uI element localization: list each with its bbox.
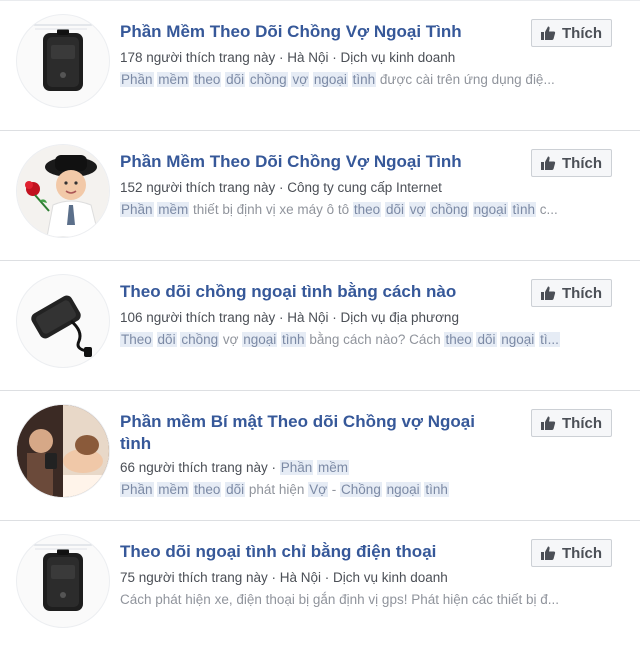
thumbs-up-icon <box>540 155 556 171</box>
meta-text: Phần <box>279 460 314 475</box>
like-label: Thích <box>562 154 602 172</box>
highlighted-term: dõi <box>225 482 246 497</box>
like-label: Thích <box>562 544 602 562</box>
highlighted-term: Phần <box>120 72 154 87</box>
result-item: Phần Mềm Theo Dõi Chồng Vợ Ngoại Tình 178… <box>0 1 640 131</box>
meta-text: mềm <box>317 460 350 475</box>
highlighted-term: Vợ <box>308 482 329 497</box>
thumbs-up-icon <box>540 545 556 561</box>
result-item: Phần mềm Bí mật Theo dõi Chồng vợ Ngoại … <box>0 391 640 521</box>
highlighted-term: Phần <box>120 482 154 497</box>
page-avatar[interactable] <box>16 534 110 628</box>
result-body: Phần Mềm Theo Dõi Chồng Vợ Ngoại Tình 178… <box>120 21 555 89</box>
page-meta: 75 người thích trang này · Hà Nội · Dịch… <box>120 570 448 585</box>
result-item: Theo dõi ngoại tình chỉ bằng điện thoại 7… <box>0 521 640 651</box>
page-title-link[interactable]: Phần mềm Bí mật Theo dõi Chồng vợ Ngoại … <box>120 411 510 455</box>
snippet-text: - <box>328 482 341 497</box>
page-title-link[interactable]: Phần Mềm Theo Dõi Chồng Vợ Ngoại Tình <box>120 151 510 173</box>
highlighted-term: theo <box>444 332 473 347</box>
highlighted-term: chồng <box>180 332 220 347</box>
page-meta: 152 người thích trang này · Công ty cung… <box>120 180 442 195</box>
highlighted-term: theo <box>193 72 222 87</box>
result-body: Phần Mềm Theo Dõi Chồng Vợ Ngoại Tình 152… <box>120 151 558 219</box>
highlighted-term: chồng <box>248 72 288 87</box>
page-avatar[interactable] <box>16 274 110 368</box>
result-item: Theo dõi chồng ngoại tình bằng cách nào 1… <box>0 261 640 391</box>
page-snippet: Phần mềm theo dõi phát hiện Vợ - Chồng n… <box>120 481 620 499</box>
result-body: Theo dõi ngoại tình chỉ bằng điện thoại 7… <box>120 541 559 609</box>
highlighted-term: mềm <box>157 72 190 87</box>
meta-text: 66 người thích trang này · <box>120 460 280 475</box>
like-page-button[interactable]: Thích <box>531 539 612 567</box>
page-snippet: Theo dõi chồng vợ ngoại tình bằng cách n… <box>120 331 620 349</box>
highlighted-term: chồng <box>430 202 469 217</box>
like-label: Thích <box>562 414 602 432</box>
page-title-link[interactable]: Phần Mềm Theo Dõi Chồng Vợ Ngoại Tình <box>120 21 510 43</box>
like-label: Thích <box>562 284 602 302</box>
highlighted-term: vợ <box>408 202 427 217</box>
highlighted-term: ngoại <box>472 202 508 217</box>
page-avatar[interactable] <box>16 14 110 108</box>
snippet-text <box>153 332 157 347</box>
page-snippet: Phần mềm theo dõi chồng vợ ngoại tình đư… <box>120 71 620 89</box>
page-title-link[interactable]: Theo dõi ngoại tình chỉ bằng điện thoại <box>120 541 510 563</box>
highlighted-term: ngoại <box>500 332 536 347</box>
thumbs-up-icon <box>540 285 556 301</box>
snippet-text: Cách phát hiện xe, điện thoại bị gắn địn… <box>120 592 560 607</box>
thumbs-up-icon <box>540 25 556 41</box>
snippet-text: c... <box>536 202 558 217</box>
page-snippet: Cách phát hiện xe, điện thoại bị gắn địn… <box>120 591 620 609</box>
like-page-button[interactable]: Thích <box>531 409 612 437</box>
highlighted-term: dõi <box>225 72 246 87</box>
highlighted-term: tì... <box>539 332 560 347</box>
highlighted-term: Phần <box>120 202 154 217</box>
page-avatar[interactable] <box>16 404 110 498</box>
thumbs-up-icon <box>540 415 556 431</box>
page-avatar[interactable] <box>16 144 110 238</box>
highlighted-term: dõi <box>156 332 177 347</box>
page-title-link[interactable]: Theo dõi chồng ngoại tình bằng cách nào <box>120 281 510 303</box>
page-meta: 106 người thích trang này · Hà Nội · Dịc… <box>120 310 459 325</box>
highlighted-term: Chồng <box>340 482 382 497</box>
like-page-button[interactable]: Thích <box>531 19 612 47</box>
page-snippet: Phần mềm thiết bị định vị xe máy ô tô th… <box>120 201 620 219</box>
snippet-text: vợ <box>219 332 243 347</box>
like-label: Thích <box>562 24 602 42</box>
page-search-results: Phần Mềm Theo Dõi Chồng Vợ Ngoại Tình 178… <box>0 0 640 651</box>
highlighted-term: Theo <box>120 332 153 347</box>
highlighted-term: mềm <box>157 202 190 217</box>
highlighted-term: tình <box>281 332 306 347</box>
highlighted-term: dõi <box>476 332 497 347</box>
snippet-text: thiết bị định vị xe máy ô tô <box>189 202 353 217</box>
result-body: Phần mềm Bí mật Theo dõi Chồng vợ Ngoại … <box>120 411 510 499</box>
snippet-text: được cài trên ứng dụng điệ... <box>376 72 555 87</box>
highlighted-term: vợ <box>291 72 310 87</box>
snippet-text: phát hiện <box>245 482 309 497</box>
like-page-button[interactable]: Thích <box>531 149 612 177</box>
highlighted-term: tình <box>511 202 536 217</box>
highlighted-term: ngoại <box>385 482 421 497</box>
result-body: Theo dõi chồng ngoại tình bằng cách nào 1… <box>120 281 560 349</box>
result-item: Phần Mềm Theo Dõi Chồng Vợ Ngoại Tình 152… <box>0 131 640 261</box>
page-meta: 178 người thích trang này · Hà Nội · Dịc… <box>120 50 456 65</box>
highlighted-term: ngoại <box>312 72 348 87</box>
highlighted-term: mềm <box>157 482 190 497</box>
snippet-text: bằng cách nào? Cách <box>305 332 445 347</box>
page-meta: 66 người thích trang này · Phần mềm <box>120 459 510 477</box>
highlighted-term: tình <box>424 482 449 497</box>
highlighted-term: theo <box>352 202 382 217</box>
like-page-button[interactable]: Thích <box>531 279 612 307</box>
highlighted-term: theo <box>193 482 222 497</box>
highlighted-term: ngoại <box>242 332 278 347</box>
highlighted-term: dõi <box>384 202 405 217</box>
highlighted-term: tình <box>351 72 377 87</box>
